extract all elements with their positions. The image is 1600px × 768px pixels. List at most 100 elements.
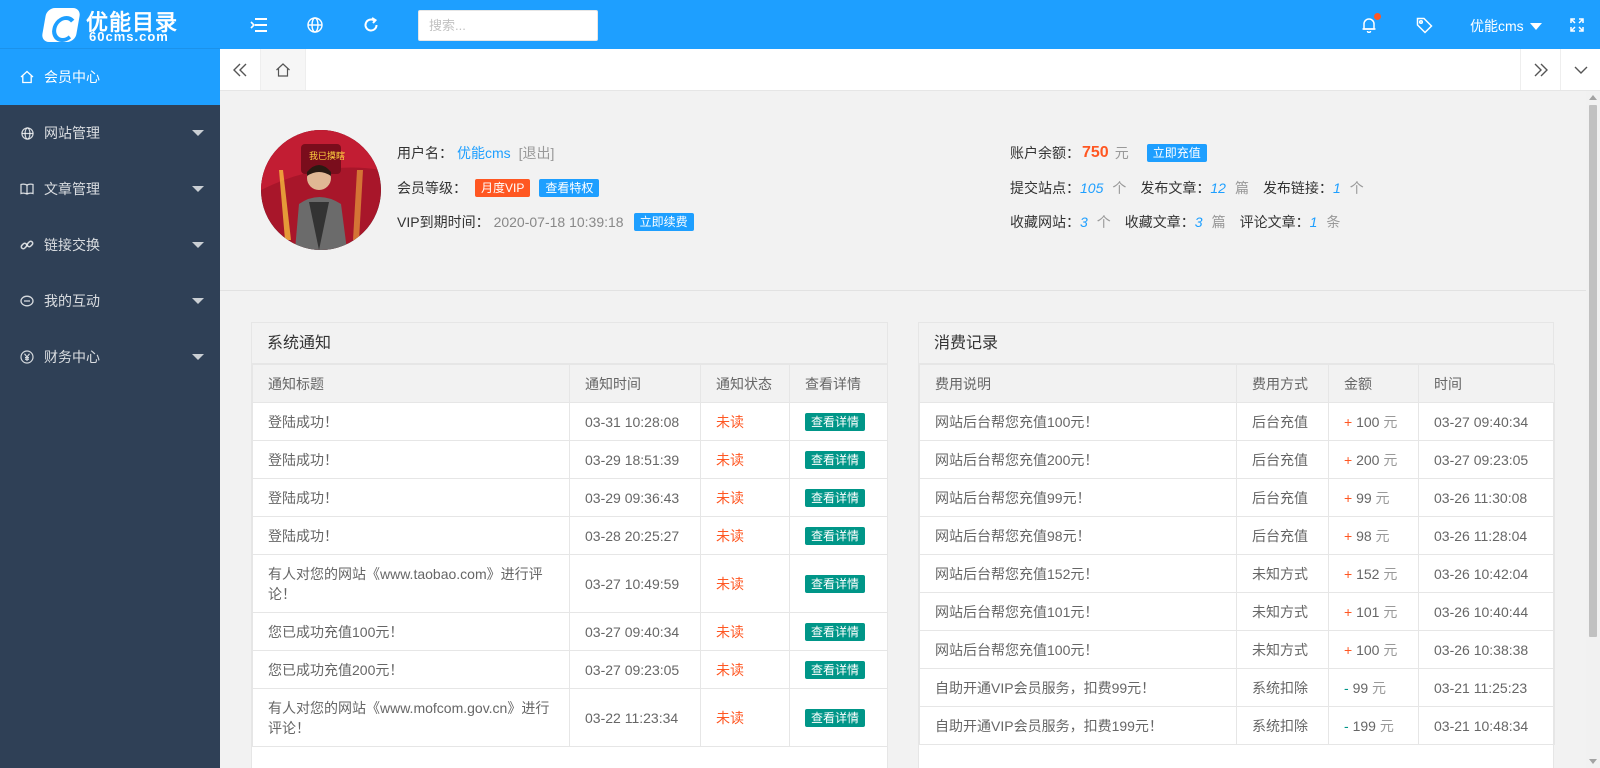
view-detail-button[interactable]: 查看详情 (805, 450, 866, 469)
record-amount: + 100 元 (1328, 402, 1419, 441)
notice-status: 未读 (700, 554, 790, 613)
record-desc: 自助开通VIP会员服务，扣费99元！ (919, 668, 1237, 707)
table-row: 网站后台帮您充值101元！ 未知方式 + 101 元 03-26 10:40:4… (919, 592, 1555, 631)
table-row: 网站后台帮您充值152元！ 未知方式 + 152 元 03-26 10:42:0… (919, 554, 1555, 593)
table-row: 您已成功充值200元！ 03-27 09:23:05 未读 查看详情 (252, 650, 888, 689)
view-privilege-button[interactable]: 查看特权 (539, 179, 600, 197)
scroll-tabs-left-icon[interactable] (220, 49, 260, 90)
tab-home[interactable] (260, 49, 306, 90)
tag-icon[interactable] (1413, 14, 1435, 36)
vip-expire-label: VIP到期时间： (397, 214, 490, 230)
record-desc: 网站后台帮您充值152元！ (919, 554, 1237, 593)
column-header: 通知时间 (569, 364, 701, 403)
notice-title: 登陆成功！ (252, 516, 570, 555)
bell-icon[interactable] (1358, 13, 1381, 36)
fullscreen-icon[interactable] (1566, 14, 1588, 36)
amount-unit: 元 (1375, 489, 1390, 506)
stats-row-1: 提交站点： 105 个 发布文章： 12 篇 发布链接： 1 个 (1010, 178, 1364, 198)
records-table: 费用说明 费用方式 金额 时间 网站后台帮您充值100元！ 后台充值 + 100… (919, 364, 1555, 745)
record-method: 后台充值 (1236, 516, 1329, 555)
globe-icon[interactable] (304, 14, 326, 36)
table-row: 网站后台帮您充值99元！ 后台充值 + 99 元 03-26 11:30:08 (919, 478, 1555, 517)
tab-options-chevron-down-icon[interactable] (1560, 49, 1600, 90)
avatar[interactable]: 我已摸瞎 (261, 130, 381, 250)
record-time: 03-27 09:23:05 (1418, 440, 1555, 479)
view-detail-button[interactable]: 查看详情 (805, 660, 866, 679)
user-menu[interactable]: 优能cms (1470, 16, 1542, 36)
home-icon (20, 70, 34, 84)
sidebar-item-link-exchange[interactable]: 链接交换 (0, 217, 220, 273)
avatar-caption: 我已摸瞎 (309, 151, 346, 161)
table-row: 网站后台帮您充值98元！ 后台充值 + 98 元 03-26 11:28:04 (919, 516, 1555, 555)
record-time: 03-27 09:40:34 (1418, 402, 1555, 441)
record-method: 未知方式 (1236, 554, 1329, 593)
notice-time: 03-27 09:40:34 (569, 612, 701, 651)
amount-unit: 元 (1379, 717, 1394, 734)
view-detail-button[interactable]: 查看详情 (805, 526, 866, 545)
scrollbar-thumb[interactable] (1589, 105, 1597, 637)
consumption-records-panel: 消费记录 费用说明 费用方式 金额 时间 网站后台帮您充值100元！ 后台充值 … (918, 322, 1555, 768)
fav-articles-value: 3 (1194, 214, 1203, 230)
links-label: 发布链接： (1262, 180, 1333, 196)
record-amount: + 99 元 (1328, 478, 1419, 517)
amount-unit: 元 (1383, 413, 1398, 430)
search-input[interactable] (418, 10, 598, 41)
logo[interactable]: 优能目录 60cms.com (0, 0, 220, 49)
renew-button[interactable]: 立即续费 (633, 213, 694, 231)
amount-value: 98 (1356, 527, 1372, 544)
record-time: 03-26 11:28:04 (1418, 516, 1555, 555)
sidebar-item-finance-center[interactable]: 财务中心 (0, 329, 220, 385)
view-detail-button[interactable]: 查看详情 (805, 488, 866, 507)
table-row: 登陆成功！ 03-28 20:25:27 未读 查看详情 (252, 516, 888, 555)
table-row: 有人对您的网站《www.taobao.com》进行评论！ 03-27 10:49… (252, 554, 888, 613)
user-menu-name: 优能cms (1470, 18, 1524, 34)
notice-status: 未读 (700, 402, 790, 441)
page-scrollbar[interactable] (1586, 91, 1600, 768)
record-amount: + 152 元 (1328, 554, 1419, 593)
logout-link[interactable]: [退出] (519, 143, 555, 163)
column-header: 时间 (1418, 364, 1555, 403)
vip-expire-value: 2020-07-18 10:39:18 (493, 214, 624, 230)
chevron-down-icon (1529, 22, 1542, 30)
fav-articles-unit: 篇 (1211, 214, 1226, 230)
view-detail-button[interactable]: 查看详情 (805, 412, 866, 431)
scroll-up-arrow-icon[interactable] (1589, 95, 1597, 100)
sidebar-item-my-interaction[interactable]: 我的互动 (0, 273, 220, 329)
view-detail-button[interactable]: 查看详情 (805, 622, 866, 641)
view-detail-button[interactable]: 查看详情 (805, 574, 866, 593)
refresh-icon[interactable] (360, 14, 382, 36)
record-amount: + 100 元 (1328, 630, 1419, 669)
username-row: 用户名： 优能cms [退出] (397, 143, 554, 163)
table-row: 自助开通VIP会员服务，扣费99元！ 系统扣除 - 99 元 03-21 11:… (919, 668, 1555, 707)
table-row: 有人对您的网站《www.mofcom.gov.cn》进行评论！ 03-22 11… (252, 688, 888, 747)
amount-unit: 元 (1383, 565, 1398, 582)
notice-status: 未读 (700, 440, 790, 479)
record-time: 03-21 10:48:34 (1418, 706, 1555, 745)
balance-row: 账户余额： 750 元 立即充值 (1010, 143, 1207, 163)
sidebar-item-article-management[interactable]: 文章管理 (0, 161, 220, 217)
record-desc: 网站后台帮您充值100元！ (919, 402, 1237, 441)
menu-toggle-icon[interactable] (248, 14, 270, 36)
record-method: 后台充值 (1236, 478, 1329, 517)
table-row: 网站后台帮您充值100元！ 后台充值 + 100 元 03-27 09:40:3… (919, 402, 1555, 441)
scroll-tabs-right-icon[interactable] (1520, 49, 1560, 90)
sidebar-item-site-management[interactable]: 网站管理 (0, 105, 220, 161)
balance-unit: 元 (1114, 145, 1129, 161)
amount-sign: + (1344, 641, 1353, 658)
notices-panel-title: 系统通知 (252, 323, 887, 364)
recharge-button[interactable]: 立即充值 (1146, 144, 1207, 162)
sidebar-item-member-center[interactable]: 会员中心 (0, 49, 220, 105)
record-desc: 网站后台帮您充值98元！ (919, 516, 1237, 555)
username-value[interactable]: 优能cms (457, 143, 511, 163)
top-header: 优能目录 60cms.com 优能cms (0, 0, 1600, 49)
comments-value: 1 (1309, 214, 1318, 230)
view-detail-button[interactable]: 查看详情 (805, 708, 866, 727)
globe-icon (20, 126, 34, 140)
username-label: 用户名： (397, 145, 453, 161)
fav-sites-label: 收藏网站： (1010, 214, 1080, 230)
notices-table: 通知标题 通知时间 通知状态 查看详情 登陆成功！ 03-31 10:28:08… (252, 364, 888, 747)
scroll-down-arrow-icon[interactable] (1589, 759, 1597, 764)
links-unit: 个 (1349, 180, 1364, 196)
amount-value: 101 (1356, 603, 1380, 620)
level-badge: 月度VIP (475, 179, 531, 197)
